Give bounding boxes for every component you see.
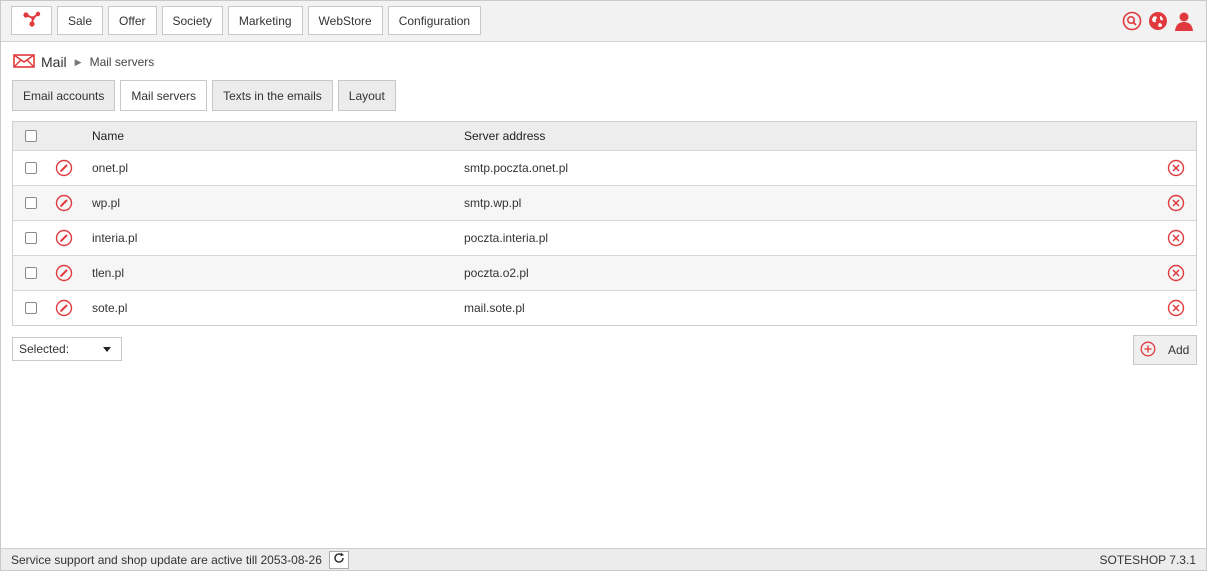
breadcrumb: Mail ▶ Mail servers	[13, 52, 154, 72]
tab-layout[interactable]: Layout	[337, 80, 396, 111]
main-navigation: Sale Offer Society Marketing WebStore Co…	[57, 6, 486, 35]
edit-icon[interactable]	[55, 159, 73, 177]
table-row: tlen.pl poczta.o2.pl	[13, 255, 1196, 290]
nav-offer[interactable]: Offer	[108, 6, 157, 35]
table-row: wp.pl smtp.wp.pl	[13, 185, 1196, 220]
cell-server-address: poczta.interia.pl	[464, 231, 549, 245]
app-version: SOTESHOP 7.3.1	[1099, 552, 1197, 567]
selected-actions-dropdown[interactable]: Selected:	[12, 337, 122, 361]
row-checkbox[interactable]	[25, 162, 37, 174]
search-icon[interactable]	[1122, 11, 1142, 31]
select-all-checkbox[interactable]	[25, 130, 37, 142]
soteshop-logo-icon	[22, 10, 42, 31]
user-icon[interactable]	[1174, 11, 1194, 31]
cell-name[interactable]: tlen.pl	[92, 266, 124, 280]
caret-down-icon	[103, 347, 111, 352]
cell-name[interactable]: wp.pl	[92, 196, 120, 210]
tab-texts-in-emails[interactable]: Texts in the emails	[212, 80, 333, 111]
section-tabs: Email accounts Mail servers Texts in the…	[12, 80, 401, 111]
table-row: interia.pl poczta.interia.pl	[13, 220, 1196, 255]
home-logo-button[interactable]	[11, 6, 52, 35]
breadcrumb-current: Mail servers	[89, 55, 155, 69]
add-button[interactable]: Add	[1133, 335, 1197, 365]
edit-icon[interactable]	[55, 299, 73, 317]
nav-sale[interactable]: Sale	[57, 6, 104, 35]
table-header-row: Name Server address	[13, 122, 1196, 150]
tab-email-accounts[interactable]: Email accounts	[12, 80, 116, 111]
add-button-label: Add	[1168, 343, 1190, 357]
cell-name[interactable]: interia.pl	[92, 231, 137, 245]
table-row: sote.pl mail.sote.pl	[13, 290, 1196, 325]
nav-society[interactable]: Society	[161, 6, 223, 35]
row-checkbox[interactable]	[25, 197, 37, 209]
nav-marketing[interactable]: Marketing	[227, 6, 303, 35]
breadcrumb-root[interactable]: Mail	[41, 54, 67, 70]
nav-webstore[interactable]: WebStore	[307, 6, 383, 35]
mail-envelope-icon	[13, 53, 35, 71]
mail-servers-table: Name Server address onet.pl smtp.poczta.…	[12, 121, 1197, 326]
column-header-name[interactable]: Name	[92, 129, 124, 143]
top-bar: Sale Offer Society Marketing WebStore Co…	[1, 1, 1206, 42]
breadcrumb-separator-icon: ▶	[74, 56, 82, 67]
edit-icon[interactable]	[55, 194, 73, 212]
edit-icon[interactable]	[55, 229, 73, 247]
cell-name[interactable]: onet.pl	[92, 161, 128, 175]
support-status-text: Service support and shop update are acti…	[11, 552, 322, 567]
refresh-button[interactable]	[328, 550, 349, 569]
column-header-server-address[interactable]: Server address	[464, 129, 545, 143]
delete-icon[interactable]	[1167, 264, 1185, 282]
selected-dropdown-label: Selected:	[19, 342, 70, 356]
row-checkbox[interactable]	[25, 267, 37, 279]
edit-icon[interactable]	[55, 264, 73, 282]
cell-server-address: smtp.wp.pl	[464, 196, 522, 210]
cell-server-address: poczta.o2.pl	[464, 266, 529, 280]
delete-icon[interactable]	[1167, 299, 1185, 317]
table-row: onet.pl smtp.poczta.onet.pl	[13, 150, 1196, 185]
cell-server-address: smtp.poczta.onet.pl	[464, 161, 569, 175]
tab-mail-servers[interactable]: Mail servers	[120, 80, 208, 111]
refresh-icon	[333, 552, 345, 567]
row-checkbox[interactable]	[25, 302, 37, 314]
delete-icon[interactable]	[1167, 159, 1185, 177]
cell-name[interactable]: sote.pl	[92, 301, 127, 315]
row-checkbox[interactable]	[25, 232, 37, 244]
nav-configuration[interactable]: Configuration	[387, 6, 482, 35]
cell-server-address: mail.sote.pl	[464, 301, 525, 315]
status-bar: Service support and shop update are acti…	[1, 548, 1206, 570]
delete-icon[interactable]	[1167, 229, 1185, 247]
delete-icon[interactable]	[1167, 194, 1185, 212]
plus-circle-icon	[1140, 341, 1156, 360]
globe-icon[interactable]	[1148, 11, 1168, 31]
top-icons	[1116, 11, 1194, 31]
